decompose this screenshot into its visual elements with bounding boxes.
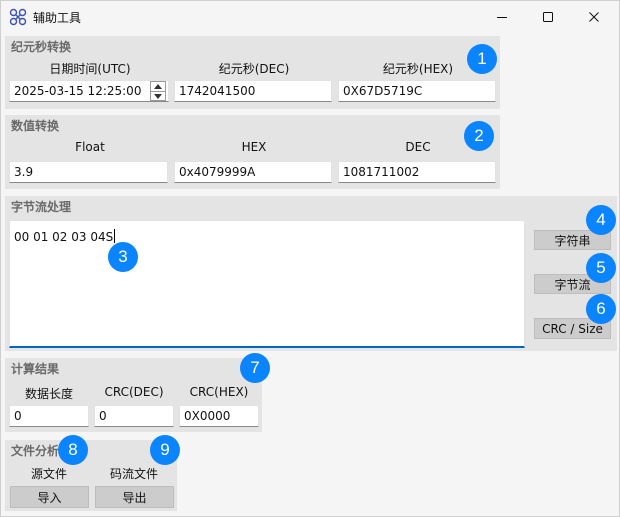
result-group-title: 计算结果 [11,362,60,376]
bytestream-group-title: 字节流处理 [11,200,72,214]
text-caret [114,229,116,243]
spinner-up-icon[interactable] [151,82,165,91]
float-field[interactable]: 3.9 [9,161,168,183]
epoch-group-title: 纪元秒转换 [11,40,72,54]
maximize-button[interactable] [525,1,571,33]
badge-5: 5 [586,253,616,283]
crc-dec-field[interactable]: 0 [94,405,174,427]
crc-hex-field[interactable]: 0X0000 [179,405,259,427]
minimize-button[interactable] [479,1,525,33]
app-logo-icon [9,8,27,26]
export-button[interactable]: 导出 [95,486,174,508]
badge-2: 2 [464,121,494,151]
epoch-dec-field[interactable]: 1742041500 [174,80,332,102]
crc-hex-label: CRC(HEX) [189,385,249,399]
stream-file-label: 码流文件 [109,467,158,481]
num-hex-field[interactable]: 0x4079999A [174,161,332,183]
badge-9: 9 [150,435,180,465]
datetime-spinner[interactable] [150,81,166,101]
num-dec-field[interactable]: 1081711002 [338,161,496,183]
close-button[interactable] [571,1,617,33]
crc-dec-label: CRC(DEC) [104,385,164,399]
maximize-icon [543,12,553,22]
bytestream-input[interactable]: 00 01 02 03 04S [9,220,525,348]
length-field[interactable]: 0 [9,405,89,427]
bytestream-text: 00 01 02 03 04S [14,230,114,244]
badge-7: 7 [240,353,270,383]
badge-3: 3 [108,242,138,272]
badge-8: 8 [58,435,88,465]
badge-4: 4 [586,205,616,235]
numeric-group-title: 数值转换 [11,119,60,133]
source-file-label: 源文件 [30,467,67,481]
badge-6: 6 [586,294,616,324]
close-icon [589,12,599,22]
app-window: 辅助工具 纪元秒转换 日期时间(UTC) 纪元秒(DEC) 纪元秒(HEX) 2… [0,0,620,517]
epoch-dec-label: 纪元秒(DEC) [218,62,290,76]
title-bar[interactable]: 辅助工具 [1,1,619,33]
spinner-down-icon[interactable] [151,91,165,100]
datetime-label: 日期时间(UTC) [49,62,131,76]
datetime-field[interactable]: 2025-03-15 12:25:00 [9,80,169,102]
epoch-hex-field[interactable]: 0X67D5719C [338,80,496,102]
file-group-title: 文件分析 [11,444,60,458]
num-hex-label: HEX [241,140,267,154]
length-label: 数据长度 [24,387,73,401]
badge-1: 1 [467,44,497,74]
float-label: Float [75,140,105,154]
import-button[interactable]: 导入 [10,486,89,508]
minimize-icon [497,17,507,18]
window-title: 辅助工具 [33,11,82,25]
